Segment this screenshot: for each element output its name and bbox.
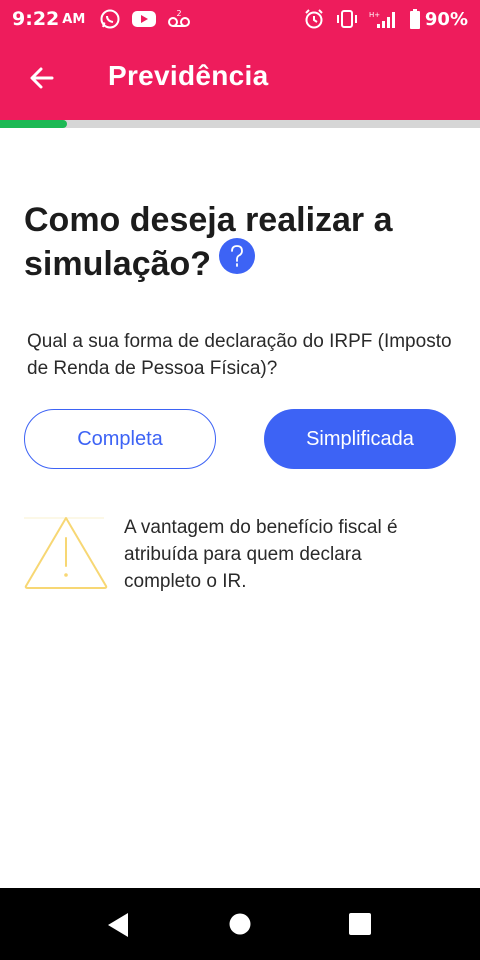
status-time: 9:22 [12,8,60,30]
vibrate-icon [335,9,359,29]
nav-recents-icon[interactable] [349,913,371,940]
app-bar: Previdência [0,38,480,120]
svg-text:H+: H+ [369,11,380,19]
signal-icon: H+ [369,9,399,29]
navigation-bar [0,888,480,960]
page-title: Previdência [108,60,269,91]
heading-text: Como deseja realizar a simulação? [24,201,393,283]
warning-text: A vantagem do benefício fiscal é atribuí… [124,517,398,592]
nav-back-icon[interactable] [106,912,130,943]
svg-text:2: 2 [177,9,182,18]
nav-home-icon[interactable] [229,913,251,940]
warning-icon [24,514,108,592]
voicemail-icon: 2 [167,9,191,29]
arrow-left-icon [30,67,54,89]
battery-icon [409,9,421,29]
back-button[interactable] [26,62,58,94]
status-bar: 9:22 AM 2 H+ 90% [0,0,480,38]
youtube-icon [131,9,157,29]
complete-option-button[interactable]: Completa [24,409,216,469]
help-icon[interactable] [219,238,256,274]
progress-bar [0,120,480,128]
irpf-question: Qual a sua forma de declaração do IRPF (… [27,331,452,379]
simplified-option-button[interactable]: Simplificada [264,409,456,469]
battery-level: 90% [424,8,468,30]
status-ampm: AM [62,11,86,27]
question-heading: Como deseja realizar a simulação? [24,198,454,286]
alarm-icon [303,8,325,30]
whatsapp-icon [99,8,121,30]
progress-fill [0,120,68,128]
